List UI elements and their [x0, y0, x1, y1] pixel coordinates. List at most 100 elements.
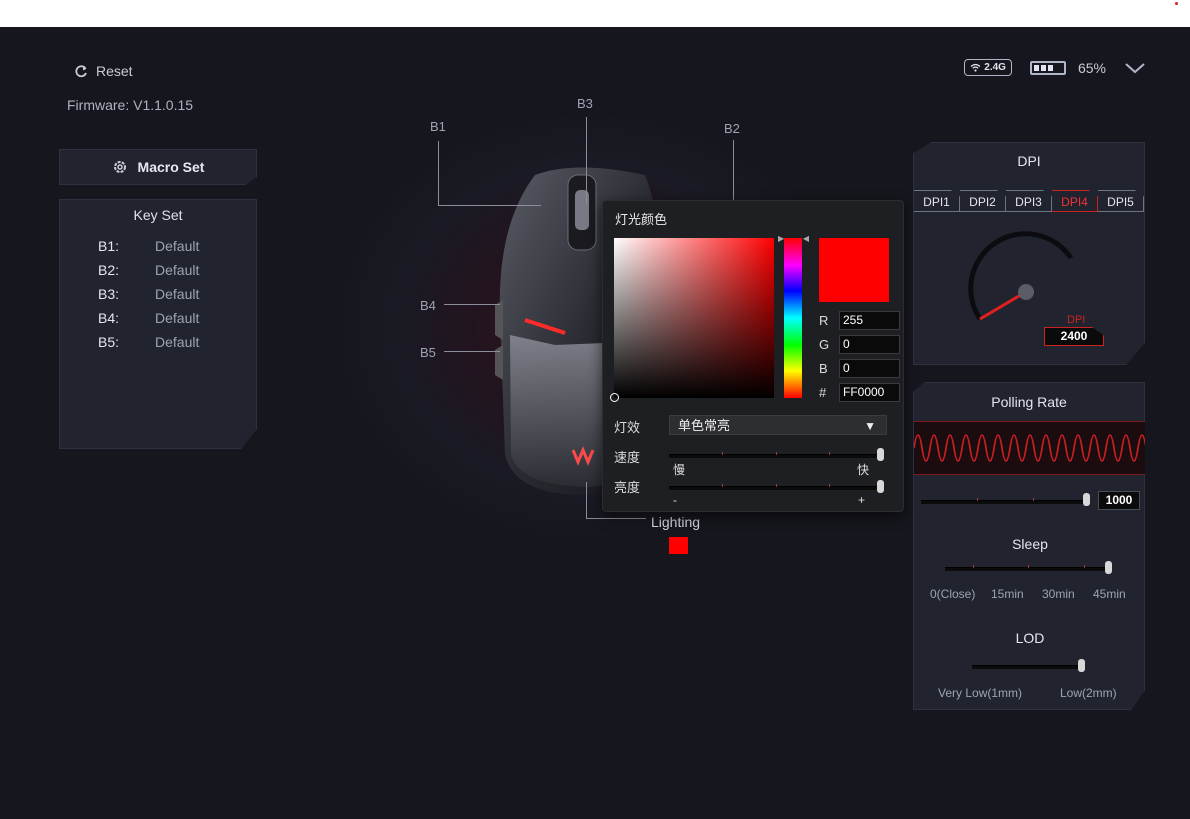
hue-slider[interactable]: ▶ ◀ — [778, 234, 809, 398]
polling-title: Polling Rate — [991, 394, 1067, 410]
battery-icon — [1029, 60, 1066, 75]
key-value: Default — [155, 286, 200, 302]
key-row-b2[interactable]: B2: Default — [98, 262, 256, 279]
b2-leader — [733, 140, 734, 200]
key-row-b4[interactable]: B4: Default — [98, 310, 256, 327]
tab-dpi5[interactable]: DPI5 — [1098, 190, 1144, 212]
hex-label: # — [819, 385, 827, 400]
connection-badge: 2.4G — [964, 59, 1012, 76]
brightness-slider-thumb[interactable] — [877, 480, 884, 493]
polling-slider-thumb[interactable] — [1083, 493, 1090, 506]
sv-knob[interactable] — [610, 393, 619, 402]
firmware-version: Firmware: V1.1.0.15 — [67, 97, 194, 113]
tab-dpi4[interactable]: DPI4 — [1052, 190, 1098, 212]
settings-panel: Polling Rate 1000 Sleep 0(Close) 15min 3… — [913, 382, 1145, 710]
refresh-icon — [75, 64, 87, 77]
caret-down-icon: ▼ — [864, 419, 876, 433]
effect-label: 灯效 — [614, 420, 641, 435]
dpi-value[interactable]: 2400 — [1044, 327, 1104, 346]
speed-slider[interactable] — [669, 452, 883, 458]
hex-input[interactable]: FF0000 — [839, 383, 900, 402]
lod-slider[interactable] — [972, 665, 1084, 669]
tab-dpi3[interactable]: DPI3 — [1006, 190, 1052, 212]
hue-marker-icon: ▶ — [778, 234, 785, 243]
effect-value: 单色常亮 — [678, 418, 731, 433]
brightness-max-label: + — [858, 493, 866, 507]
sleep-slider-thumb[interactable] — [1105, 561, 1112, 574]
saturation-value-area[interactable] — [610, 238, 774, 402]
key-row-b3[interactable]: B3: Default — [98, 286, 256, 303]
key-value: Default — [155, 238, 200, 254]
tab-dpi1[interactable]: DPI1 — [914, 190, 960, 212]
polling-slider[interactable] — [921, 498, 1089, 504]
label-b5[interactable]: B5 — [420, 345, 436, 360]
chevron-down-icon[interactable] — [1124, 61, 1146, 75]
hue-marker-icon: ◀ — [802, 234, 809, 243]
key-name: B5: — [98, 334, 120, 350]
lighting-label[interactable]: Lighting — [651, 514, 700, 530]
label-b3[interactable]: B3 — [577, 96, 593, 111]
key-value: Default — [155, 334, 200, 350]
reset-button[interactable]: Reset — [75, 63, 133, 79]
dpi-gauge-label: DPI — [1067, 314, 1086, 326]
lighting-leader — [586, 518, 646, 519]
b-label: B — [819, 361, 828, 376]
speed-label: 速度 — [614, 450, 641, 465]
g-input[interactable]: 0 — [839, 335, 900, 354]
sleep-option-15[interactable]: 15min — [991, 587, 1024, 601]
lighting-color-swatch[interactable] — [669, 537, 688, 554]
key-row-b5[interactable]: B5: Default — [98, 334, 256, 351]
dpi-title: DPI — [1017, 153, 1041, 169]
polling-value[interactable]: 1000 — [1098, 491, 1140, 510]
status-bar: 2.4G 65% — [964, 59, 1146, 76]
effect-select[interactable]: 单色常亮 ▼ — [669, 415, 887, 435]
key-name: B1: — [98, 238, 120, 254]
color-picker-popup: 灯光颜色 ▶ ◀ R 255 G0 B0 # FF0000 灯效 单色常亮 ▼ 速度 … — [602, 200, 904, 512]
key-value: Default — [155, 262, 200, 278]
lod-slider-thumb[interactable] — [1078, 659, 1085, 672]
r-input[interactable]: 255 — [839, 311, 900, 330]
label-b1[interactable]: B1 — [430, 119, 446, 134]
b-row: B0 — [819, 359, 900, 378]
polling-waveform — [913, 421, 1145, 475]
dpi-panel: DPI DPI1 DPI2 DPI3 DPI4 DPI5 DPI 2400 — [913, 142, 1145, 365]
macro-set-button[interactable]: Macro Set — [59, 149, 257, 185]
app-window: Reset Firmware: V1.1.0.15 2.4G 65% Macro… — [0, 27, 1190, 819]
dpi-gauge — [968, 231, 1074, 321]
lod-option-low[interactable]: Low(2mm) — [1060, 686, 1117, 700]
reset-label: Reset — [96, 63, 133, 79]
sleep-option-30[interactable]: 30min — [1042, 587, 1075, 601]
r-label: R — [819, 313, 829, 328]
macro-set-label: Macro Set — [137, 159, 205, 175]
b-input[interactable]: 0 — [839, 359, 900, 378]
key-row-b1[interactable]: B1: Default — [98, 238, 256, 255]
b1-leader — [438, 205, 541, 206]
g-row: G0 — [819, 335, 900, 354]
sleep-option-close[interactable]: 0(Close) — [930, 587, 975, 601]
tab-dpi2[interactable]: DPI2 — [960, 190, 1006, 212]
lod-title: LOD — [1015, 630, 1045, 646]
b5-leader — [444, 351, 500, 352]
speed-slider-thumb[interactable] — [877, 448, 884, 461]
sleep-option-45[interactable]: 45min — [1093, 587, 1126, 601]
g-label: G — [819, 337, 830, 352]
connection-label: 2.4G — [984, 62, 1006, 73]
speed-min-label: 慢 — [673, 463, 686, 477]
label-b4[interactable]: B4 — [420, 298, 436, 313]
sleep-slider[interactable] — [945, 565, 1112, 571]
r-row: R 255 — [819, 311, 900, 330]
gear-icon — [113, 161, 126, 173]
wifi-icon — [970, 63, 981, 72]
dpi-tabs: DPI1 DPI2 DPI3 DPI4 DPI5 — [914, 190, 1144, 212]
brightness-label: 亮度 — [614, 480, 641, 495]
b1-leader — [438, 141, 439, 206]
brightness-min-label: - — [673, 493, 677, 507]
key-name: B4: — [98, 310, 120, 326]
color-preview — [819, 238, 889, 302]
key-set-title: Key Set — [133, 207, 183, 223]
lighting-leader — [586, 482, 587, 519]
label-b2[interactable]: B2 — [724, 121, 740, 136]
brightness-slider[interactable] — [669, 484, 883, 490]
lod-option-very-low[interactable]: Very Low(1mm) — [938, 686, 1022, 700]
b4-leader — [444, 304, 500, 305]
